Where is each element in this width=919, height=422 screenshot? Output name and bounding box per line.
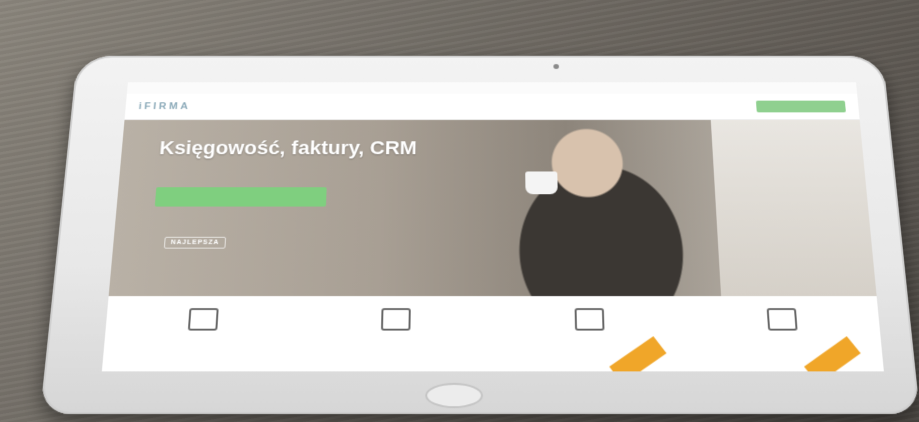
signup-button[interactable]	[755, 100, 846, 113]
printer-icon	[381, 308, 412, 331]
hero-title: Księgowość, faktury, CRM	[158, 137, 418, 159]
feature-edit[interactable]	[521, 301, 667, 372]
hero-cta-button[interactable]	[154, 187, 327, 207]
award-laurel: NAJLEPSZA	[150, 224, 239, 260]
promo-ribbon	[804, 336, 861, 372]
brand-logo[interactable]: iFIRMA	[138, 101, 191, 111]
edit-icon	[574, 308, 605, 331]
award-badge: NAJLEPSZA	[163, 236, 227, 249]
camera-icon	[553, 64, 559, 69]
coffee-cup-icon	[525, 171, 558, 195]
feature-coins[interactable]	[713, 301, 861, 372]
feature-printer[interactable]	[326, 301, 465, 367]
status-bar	[126, 82, 858, 94]
home-button[interactable]	[425, 382, 483, 409]
features-bar	[101, 296, 884, 372]
hero-section: Księgowość, faktury, CRM NAJLEPSZA	[108, 119, 877, 298]
hero-photo-person	[496, 119, 731, 298]
tablet-device: iFIRMA Księgowość, faktury, CRM NAJLEPSZ…	[40, 55, 919, 415]
promo-ribbon	[609, 336, 667, 372]
hero-background-window	[710, 119, 877, 298]
laptop-icon	[187, 308, 219, 331]
tablet-screen: iFIRMA Księgowość, faktury, CRM NAJLEPSZ…	[101, 82, 884, 372]
feature-laptop[interactable]	[131, 301, 273, 367]
coins-icon	[766, 308, 798, 331]
site-navbar: iFIRMA	[124, 93, 860, 120]
nav-right	[743, 100, 846, 113]
